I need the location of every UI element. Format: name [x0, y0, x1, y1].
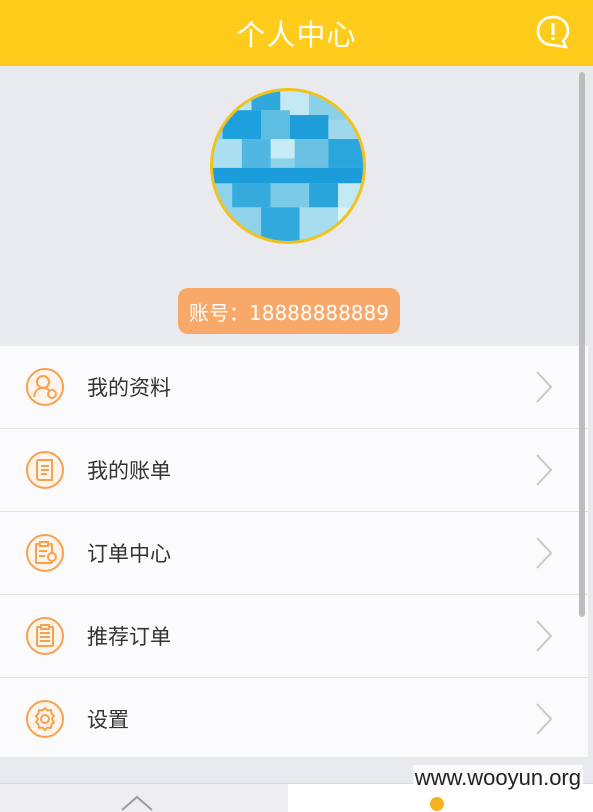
order-center-icon [25, 533, 65, 573]
chevron-right-icon [536, 537, 553, 569]
menu-item-label: 我的账单 [87, 459, 171, 483]
recommend-order-icon [25, 616, 65, 656]
page-title: 个人中心 [236, 18, 357, 52]
menu-item-label: 设置 [87, 708, 129, 732]
watermark: www.wooyun.org [412, 765, 583, 791]
help-chat-icon[interactable] [535, 14, 571, 50]
menu-item-recommend-order[interactable]: 推荐订单 [0, 595, 588, 678]
chevron-right-icon [536, 703, 553, 735]
menu-item-settings[interactable]: 设置 [0, 678, 588, 761]
profile-icon [25, 367, 65, 407]
chevron-right-icon [536, 371, 553, 403]
tab-home[interactable] [0, 784, 288, 812]
menu-item-label: 订单中心 [87, 542, 171, 566]
chevron-right-icon [536, 454, 553, 486]
user-icon [430, 797, 444, 811]
avatar[interactable] [210, 88, 366, 244]
settings-icon [25, 699, 65, 739]
home-icon [121, 795, 153, 811]
menu-item-order-center[interactable]: 订单中心 [0, 512, 588, 595]
account-badge: 账号：18888888889 [178, 288, 400, 334]
chevron-right-icon [536, 620, 553, 652]
scrollbar[interactable] [579, 72, 585, 617]
top-bar: 个人中心 [0, 0, 593, 66]
profile-section: 账号：18888888889 [0, 66, 593, 346]
menu-item-label: 推荐订单 [87, 625, 171, 649]
menu-item-label: 我的资料 [87, 376, 171, 400]
menu-item-bill[interactable]: 我的账单 [0, 429, 588, 512]
menu-list: 我的资料 我的账单 订单中心 推荐订单 设置 [0, 346, 588, 761]
avatar-image [213, 91, 363, 241]
bill-icon [25, 450, 65, 490]
menu-item-profile[interactable]: 我的资料 [0, 346, 588, 429]
